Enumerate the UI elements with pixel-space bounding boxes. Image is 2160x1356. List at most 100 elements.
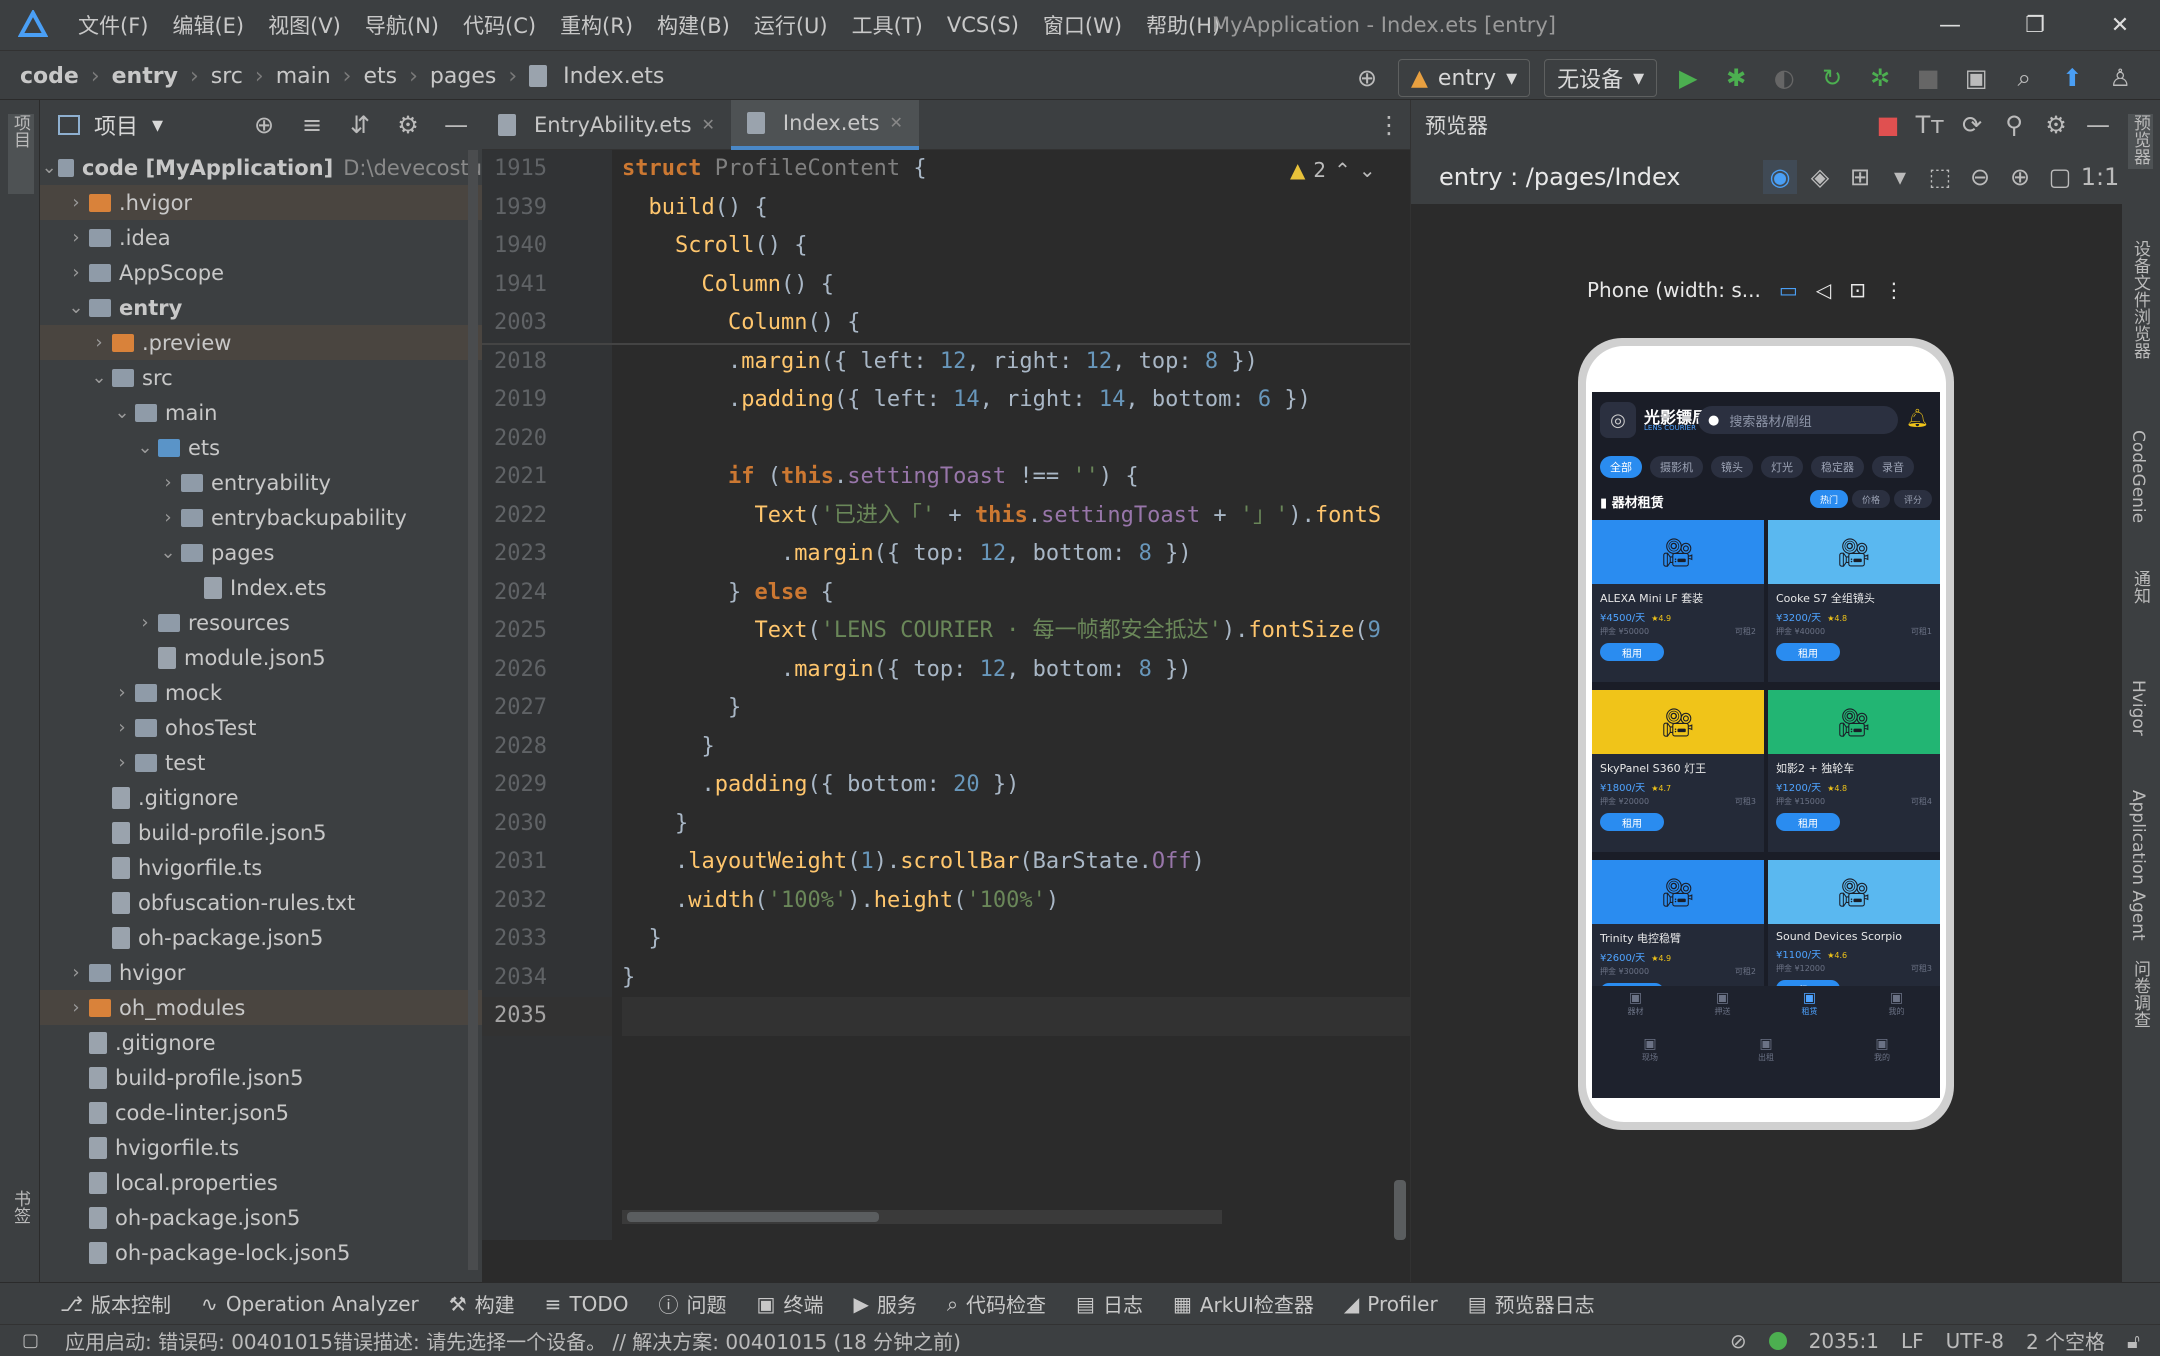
bottom-nav-item[interactable]: ▣ 我的 — [1889, 990, 1905, 1017]
bottom-tool-button[interactable]: ▶ 服务 — [853, 1289, 916, 1318]
actual-size-icon[interactable]: 1:1 — [2081, 160, 2120, 194]
more-options-icon[interactable]: ⋮ — [1884, 278, 1904, 302]
bottom-tool-button[interactable]: ▤ 日志 — [1076, 1289, 1143, 1318]
minimize-icon[interactable]: — — [1920, 0, 1980, 50]
project-tool-tab[interactable]: 项目 — [8, 114, 34, 194]
equipment-card[interactable]: 🎥︎ ALEXA Mini LF 套装 ¥4500/天 ★4.9 押金 ¥50000 可租… — [1592, 520, 1764, 682]
tree-item[interactable]: oh-package.json5 — [40, 920, 482, 955]
sort-chip[interactable]: 热门 — [1809, 490, 1848, 508]
device-frame-icon[interactable]: ▭ — [1779, 278, 1798, 302]
gear-icon[interactable]: ⚙ — [391, 108, 425, 142]
menu-item[interactable]: 帮助(H) — [1146, 10, 1220, 40]
chevron-right-icon[interactable]: › — [155, 472, 181, 493]
right-tool-tab[interactable]: Hvigor — [2128, 680, 2148, 740]
bookmarks-tool-tab[interactable]: 书签 — [8, 1190, 33, 1228]
bottom-tool-button[interactable]: ∿ Operation Analyzer — [201, 1292, 419, 1316]
tree-item[interactable]: › resources — [40, 605, 482, 640]
account-icon[interactable]: ♙ — [2103, 61, 2137, 95]
tree-item[interactable]: module.json5 — [40, 640, 482, 675]
right-tool-tab[interactable]: 通知 — [2128, 570, 2153, 608]
tree-item[interactable]: .gitignore — [40, 1025, 482, 1060]
vertical-scrollbar-thumb[interactable] — [1394, 1180, 1406, 1240]
right-tool-tab[interactable]: Application Agent — [2128, 790, 2148, 945]
grid-icon[interactable]: ⊞ — [1843, 160, 1877, 194]
equipment-card[interactable]: 🎥︎ Cooke S7 全组镜头 ¥3200/天 ★4.8 押金 ¥40000 可租1 租用 — [1768, 520, 1940, 682]
tree-item[interactable]: code-linter.json5 — [40, 1095, 482, 1130]
tree-scrollbar[interactable] — [468, 150, 478, 1270]
tree-item[interactable]: hvigorfile.ts — [40, 1130, 482, 1165]
sticky-code-line[interactable]: Column() { — [622, 304, 1410, 343]
restore-icon[interactable]: ❐ — [2005, 0, 2065, 50]
hide-panel-icon[interactable]: — — [2081, 108, 2115, 142]
code-line[interactable]: .margin({ top: 12, bottom: 8 }) — [622, 651, 1410, 690]
chevron-down-icon[interactable]: ⌄ — [40, 157, 58, 178]
equipment-card[interactable]: 🎥︎ SkyPanel S360 灯王 ¥1800/天 ★4.7 押金 ¥20000 可租… — [1592, 690, 1764, 852]
rent-button[interactable]: 租用 — [1776, 643, 1840, 661]
tree-item[interactable]: › entrybackupability — [40, 500, 482, 535]
cursor-position[interactable]: 2035:1 — [1809, 1329, 1879, 1353]
tree-item[interactable]: ⌄ entry — [40, 290, 482, 325]
breadcrumb-item[interactable]: Index.ets — [563, 64, 664, 89]
tree-item[interactable]: › mock — [40, 675, 482, 710]
chevron-right-icon[interactable]: › — [63, 997, 89, 1018]
code-line[interactable]: .layoutWeight(1).scrollBar(BarState.Off) — [622, 843, 1410, 882]
code-line[interactable]: } — [622, 689, 1410, 728]
code-line[interactable]: .width('100%').height('100%') — [622, 882, 1410, 921]
editor-tab[interactable]: Index.ets ✕ — [730, 99, 919, 150]
fit-screen-icon[interactable]: ⬚ — [1923, 160, 1957, 194]
profile-icon[interactable]: ✲ — [1863, 61, 1897, 95]
line-separator[interactable]: LF — [1901, 1329, 1924, 1353]
chevron-right-icon[interactable]: › — [63, 227, 89, 248]
bottom-nav-item[interactable]: ▣ 押送 — [1715, 990, 1731, 1017]
code-line[interactable]: } — [622, 805, 1410, 844]
bottom-tool-button[interactable]: ⓘ 问题 — [659, 1289, 727, 1318]
chevron-down-icon[interactable]: ▾ — [1883, 160, 1917, 194]
warning-icon[interactable]: ▲ — [1290, 158, 1305, 182]
bottom-nav-item[interactable]: ▣ 我的 — [1874, 1036, 1890, 1063]
inspect-icon[interactable]: ◉ — [1763, 160, 1797, 194]
code-line[interactable]: } — [622, 959, 1410, 998]
bottom-tool-button[interactable]: ⚒ 构建 — [449, 1289, 515, 1318]
file-encoding[interactable]: UTF-8 — [1946, 1329, 2004, 1353]
chevron-right-icon[interactable]: › — [63, 192, 89, 213]
category-chip[interactable]: 录音 — [1872, 456, 1914, 478]
search-icon[interactable]: ⌕ — [2007, 61, 2041, 95]
editor-tab[interactable]: EntryAbility.ets ✕ — [482, 100, 731, 150]
tree-item[interactable]: › ohosTest — [40, 710, 482, 745]
tree-item[interactable]: oh-package-lock.json5 — [40, 1235, 482, 1270]
hide-panel-icon[interactable]: — — [439, 108, 473, 142]
indent-setting[interactable]: 2 个空格 — [2026, 1326, 2105, 1355]
tree-item[interactable]: ⌄ code [MyApplication] D:\devecostu — [40, 150, 482, 185]
status-indicator-icon[interactable] — [1768, 1331, 1787, 1350]
bottom-tool-button[interactable]: ⌕ 代码检查 — [947, 1289, 1046, 1318]
close-icon[interactable]: ✕ — [890, 113, 903, 132]
bottom-tool-button[interactable]: ⎇ 版本控制 — [60, 1289, 171, 1318]
tree-item[interactable]: Index.ets — [40, 570, 482, 605]
zoom-out-icon[interactable]: ⊖ — [1963, 160, 1997, 194]
category-chip[interactable]: 摄影机 — [1650, 456, 1703, 478]
tree-item[interactable]: local.properties — [40, 1165, 482, 1200]
bottom-nav-item[interactable]: ▣ 器材 — [1628, 990, 1644, 1017]
bottom-tool-button[interactable]: ▦ ArkUI检查器 — [1173, 1289, 1314, 1318]
toggle-panels-icon[interactable]: ▢ — [22, 1330, 39, 1351]
chevron-down-icon[interactable]: ▾ — [152, 113, 163, 138]
update-icon[interactable]: ⬆ — [2055, 61, 2089, 95]
chevron-right-icon[interactable]: › — [155, 507, 181, 528]
close-icon[interactable]: ✕ — [702, 115, 715, 134]
code-editor[interactable]: 1915 1939 1940 1941 2003 2018 2019 2020 2021 2022… — [482, 150, 1410, 1240]
menu-item[interactable]: 工具(T) — [852, 10, 923, 40]
horizontal-scrollbar-thumb[interactable] — [627, 1212, 879, 1222]
right-tool-tab[interactable]: 设备文件浏览器 — [2128, 240, 2153, 363]
gear-icon[interactable]: ⚙ — [2039, 108, 2073, 142]
font-size-icon[interactable]: Tт — [1913, 108, 1947, 142]
menu-item[interactable]: 重构(R) — [560, 10, 633, 40]
rotate-icon[interactable]: ⊡ — [1849, 278, 1866, 302]
refresh-icon[interactable]: ⟳ — [1955, 108, 1989, 142]
code-line[interactable]: Text('已进入「' + this.settingToast + '」').f… — [622, 497, 1410, 536]
tree-item[interactable]: ⌄ src — [40, 360, 482, 395]
code-line[interactable]: .margin({ top: 12, bottom: 8 }) — [622, 535, 1410, 574]
tree-item[interactable]: ⌄ pages — [40, 535, 482, 570]
expand-all-icon[interactable]: ≡ — [295, 108, 329, 142]
status-message[interactable]: 应用启动: 错误码: 00401015错误描述: 请先选择一个设备。 // 解决… — [65, 1326, 961, 1355]
bottom-nav-item[interactable]: ▣ 出租 — [1758, 1036, 1774, 1063]
